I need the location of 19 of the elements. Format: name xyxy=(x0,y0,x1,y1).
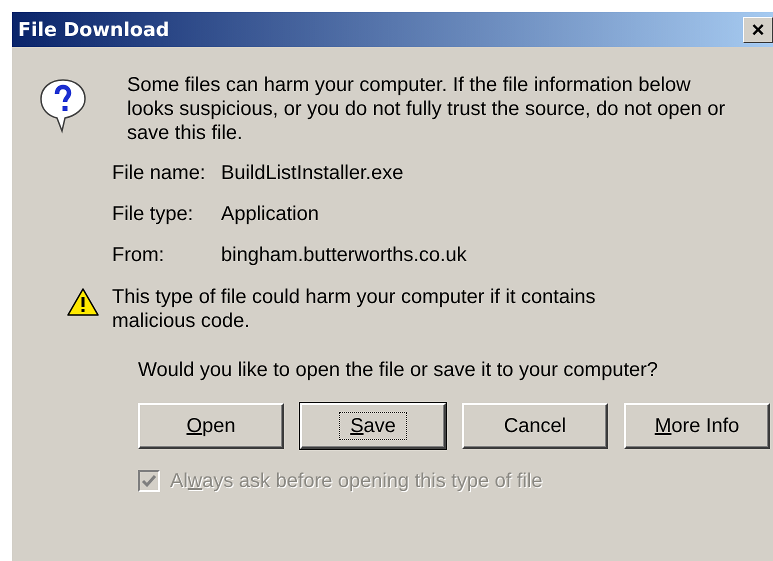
dialog-button[interactable]: More Info xyxy=(624,403,770,449)
check-icon xyxy=(141,474,157,488)
window-title: File Download xyxy=(18,18,170,42)
dialog-button[interactable]: Cancel xyxy=(462,403,608,449)
field-label: File name: xyxy=(112,161,206,185)
field-value: BuildListInstaller.exe xyxy=(221,161,404,185)
close-button[interactable]: × xyxy=(743,16,773,42)
warning-message: Some files can harm your computer. If the file information below looks suspicious, or you do not fully trust the source, do not open or save this file. xyxy=(127,73,726,145)
warning-icon xyxy=(66,287,100,317)
field-label: From: xyxy=(112,243,166,267)
field-value: bingham.butterworths.co.uk xyxy=(221,243,468,267)
question-text: Would you like to open the file or save it to your computer? xyxy=(138,358,659,382)
question-balloon-icon xyxy=(38,77,88,135)
field-label: File type: xyxy=(112,202,194,226)
dialog-button[interactable]: Open xyxy=(138,403,284,449)
checkbox-label: Always ask before opening this type of file xyxy=(170,469,542,493)
field-value: Application xyxy=(221,202,320,226)
warning-text: This type of file could harm your computer if it contains malicious code. xyxy=(112,285,597,333)
dialog-button[interactable]: Save xyxy=(300,403,446,449)
